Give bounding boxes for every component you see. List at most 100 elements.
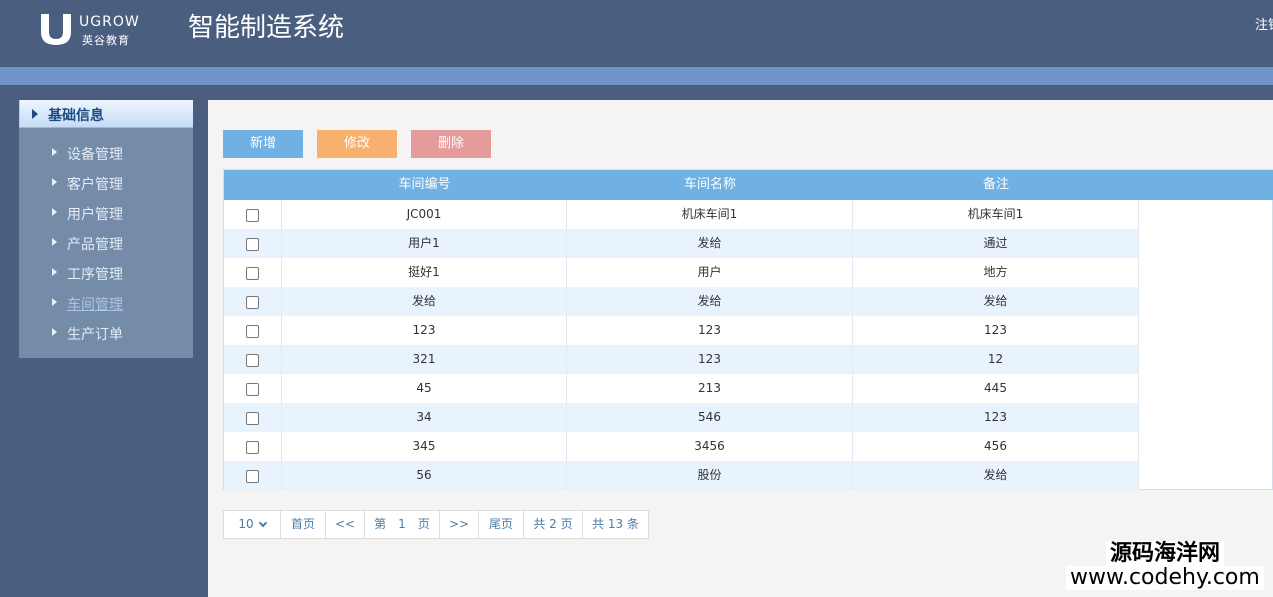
table-row[interactable]: 34 546 123: [224, 403, 1139, 432]
table-row[interactable]: 56 股份 发给: [224, 461, 1139, 490]
caret-right-icon: [52, 238, 57, 246]
add-button[interactable]: 新增: [223, 130, 303, 158]
cell-workshop-code: JC001: [282, 200, 567, 229]
sidebar-item-production-orders[interactable]: 生产订单: [19, 318, 193, 348]
table-row[interactable]: 用户1 发给 通过: [224, 229, 1139, 258]
sidebar-group-basic-info[interactable]: 基础信息: [19, 100, 193, 128]
sidebar-item-label: 客户管理: [67, 177, 123, 193]
sidebar-group-label: 基础信息: [48, 108, 104, 124]
edit-button[interactable]: 修改: [317, 130, 397, 158]
brand-logo: UGROW 英谷教育: [38, 12, 148, 48]
page-size-select[interactable]: 10: [223, 510, 281, 539]
cell-remarks: 456: [853, 432, 1139, 461]
row-checkbox[interactable]: [246, 383, 259, 396]
cell-workshop-code: 用户1: [282, 229, 567, 258]
page-size-value: 10: [238, 517, 254, 531]
chevron-down-icon: [258, 518, 267, 528]
row-checkbox[interactable]: [246, 209, 259, 222]
sidebar-item-customers[interactable]: 客户管理: [19, 168, 193, 198]
sidebar-item-users[interactable]: 用户管理: [19, 198, 193, 228]
header-band: [0, 67, 1273, 85]
cell-workshop-name: 123: [567, 316, 853, 345]
cell-remarks: 123: [853, 403, 1139, 432]
sidebar-item-processes[interactable]: 工序管理: [19, 258, 193, 288]
sidebar: 基础信息 设备管理 客户管理 用户管理 产品管理 工序管理 车间管理 生产订单: [19, 100, 193, 358]
table-row[interactable]: 挺好1 用户 地方: [224, 258, 1139, 287]
row-checkbox[interactable]: [246, 354, 259, 367]
first-page-button[interactable]: 首页: [280, 510, 326, 539]
cell-workshop-name: 3456: [567, 432, 853, 461]
row-select-cell: [224, 374, 282, 403]
row-checkbox[interactable]: [246, 412, 259, 425]
row-checkbox[interactable]: [246, 470, 259, 483]
column-header-workshop-code[interactable]: 车间编号: [282, 170, 567, 200]
table-row[interactable]: 123 123 123: [224, 316, 1139, 345]
row-select-cell: [224, 345, 282, 374]
caret-right-icon: [52, 298, 57, 306]
cell-workshop-code: 挺好1: [282, 258, 567, 287]
table-header: 车间编号 车间名称 备注: [224, 170, 1273, 200]
prev-page-button[interactable]: <<: [325, 510, 365, 539]
row-checkbox[interactable]: [246, 267, 259, 280]
cell-workshop-name: 发给: [567, 287, 853, 316]
cell-remarks: 地方: [853, 258, 1139, 287]
cell-workshop-name: 213: [567, 374, 853, 403]
table-row[interactable]: 345 3456 456: [224, 432, 1139, 461]
caret-right-icon: [52, 268, 57, 276]
row-checkbox[interactable]: [246, 296, 259, 309]
row-select-cell: [224, 403, 282, 432]
caret-right-icon: [52, 328, 57, 336]
cell-workshop-code: 321: [282, 345, 567, 374]
cell-workshop-code: 56: [282, 461, 567, 490]
cell-workshop-code: 345: [282, 432, 567, 461]
sidebar-item-label: 产品管理: [67, 237, 123, 253]
sidebar-item-label: 生产订单: [67, 327, 123, 343]
total-pages-label: 共 2 页: [523, 510, 583, 539]
cell-remarks: 通过: [853, 229, 1139, 258]
logout-link[interactable]: 注销: [1255, 14, 1273, 33]
cell-workshop-name: 发给: [567, 229, 853, 258]
caret-right-icon: [32, 109, 38, 119]
last-page-button[interactable]: 尾页: [478, 510, 524, 539]
sidebar-item-equipment[interactable]: 设备管理: [19, 138, 193, 168]
cell-remarks: 发给: [853, 461, 1139, 490]
main-content: 新增 修改 删除 车间编号 车间名称 备注 JC001 机床车间1 机床车间1 用户1…: [208, 100, 1273, 597]
table-row[interactable]: 发给 发给 发给: [224, 287, 1139, 316]
sidebar-item-label: 工序管理: [67, 267, 123, 283]
sidebar-item-products[interactable]: 产品管理: [19, 228, 193, 258]
column-header-remarks[interactable]: 备注: [853, 170, 1139, 200]
caret-right-icon: [52, 208, 57, 216]
row-checkbox[interactable]: [246, 325, 259, 338]
watermark-site-name: 源码海洋网: [1106, 541, 1225, 567]
row-select-cell: [224, 258, 282, 287]
row-select-cell: [224, 229, 282, 258]
logo-brand-text: UGROW: [79, 14, 140, 30]
sidebar-item-workshops[interactable]: 车间管理: [19, 288, 193, 318]
row-select-cell: [224, 461, 282, 490]
table-row[interactable]: JC001 机床车间1 机床车间1: [224, 200, 1139, 229]
row-checkbox[interactable]: [246, 441, 259, 454]
watermark-site-url: www.codehy.com: [1066, 566, 1264, 590]
row-checkbox[interactable]: [246, 238, 259, 251]
row-select-cell: [224, 316, 282, 345]
next-page-button[interactable]: >>: [439, 510, 479, 539]
total-items-label: 共 13 条: [582, 510, 649, 539]
cell-workshop-name: 用户: [567, 258, 853, 287]
cell-remarks: 12: [853, 345, 1139, 374]
cell-workshop-name: 机床车间1: [567, 200, 853, 229]
sidebar-item-label: 车间管理: [67, 297, 123, 313]
cell-workshop-code: 45: [282, 374, 567, 403]
cell-workshop-name: 股份: [567, 461, 853, 490]
row-select-cell: [224, 287, 282, 316]
row-select-cell: [224, 432, 282, 461]
delete-button[interactable]: 删除: [411, 130, 491, 158]
cell-remarks: 机床车间1: [853, 200, 1139, 229]
sidebar-item-label: 用户管理: [67, 207, 123, 223]
column-header-workshop-name[interactable]: 车间名称: [567, 170, 853, 200]
cell-workshop-name: 123: [567, 345, 853, 374]
table-row[interactable]: 321 123 12: [224, 345, 1139, 374]
cell-workshop-code: 123: [282, 316, 567, 345]
table-row[interactable]: 45 213 445: [224, 374, 1139, 403]
row-select-cell: [224, 200, 282, 229]
cell-workshop-code: 发给: [282, 287, 567, 316]
